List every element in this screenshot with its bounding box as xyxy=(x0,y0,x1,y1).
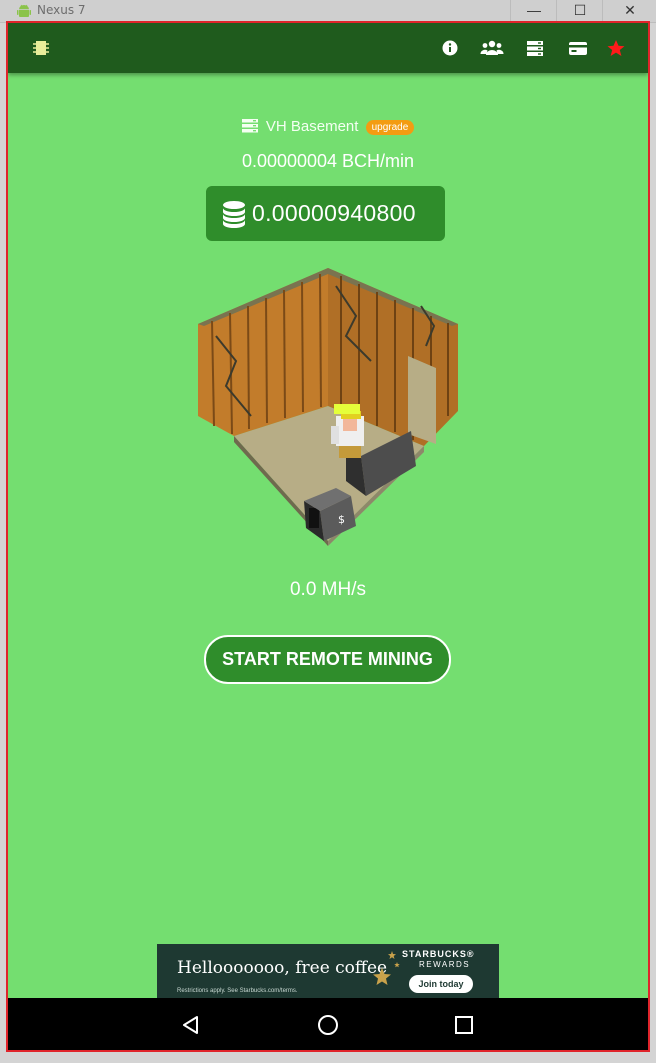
app-bar xyxy=(8,23,648,73)
android-nav-bar xyxy=(8,998,648,1050)
back-icon[interactable] xyxy=(180,1014,202,1036)
maximize-button[interactable]: ☐ xyxy=(556,0,603,22)
balance-amount: 0.00000940800 xyxy=(252,200,416,226)
minimize-button[interactable]: — xyxy=(510,0,557,22)
home-icon[interactable] xyxy=(317,1014,339,1036)
server-name: VH Basement xyxy=(265,118,359,135)
star-icon[interactable] xyxy=(605,38,627,58)
ad-join-button[interactable]: Join today xyxy=(409,975,473,993)
mining-room-illustration: $ xyxy=(198,268,458,546)
coins-icon xyxy=(223,201,245,228)
window-titlebar: Nexus 7 — ☐ ✕ xyxy=(0,0,656,23)
info-icon[interactable] xyxy=(439,38,461,58)
mining-rate: 0.00000004 BCH/min xyxy=(241,151,415,171)
device-screen: VH Basement upgrade 0.00000004 BCH/min 0… xyxy=(6,21,650,1052)
card-icon[interactable] xyxy=(567,38,589,58)
ad-banner[interactable]: Hellooooooo, free coffee Restrictions ap… xyxy=(157,944,499,998)
start-remote-mining-button[interactable]: START REMOTE MINING xyxy=(204,635,451,684)
balance-display: 0.00000940800 xyxy=(206,186,445,241)
dollar-glyph: $ xyxy=(338,513,345,526)
close-button[interactable]: ✕ xyxy=(602,0,656,22)
window-title: Nexus 7 xyxy=(37,3,86,17)
upgrade-badge[interactable]: upgrade xyxy=(365,120,415,135)
stars-icon xyxy=(373,951,400,985)
hashrate: 0.0 MH/s xyxy=(289,579,367,600)
ad-brand: STARBUCKS® xyxy=(402,949,475,959)
recents-icon[interactable] xyxy=(453,1014,475,1036)
ad-headline: Hellooooooo, free coffee xyxy=(177,958,388,978)
android-icon xyxy=(17,4,31,17)
chip-icon[interactable] xyxy=(30,38,52,58)
ad-fine-print: Restrictions apply. See Starbucks.com/te… xyxy=(177,988,298,994)
server-icon xyxy=(241,119,258,133)
ad-program: REWARDS xyxy=(419,960,471,969)
server-info: VH Basement upgrade xyxy=(8,118,648,135)
users-icon[interactable] xyxy=(480,38,504,58)
server-icon[interactable] xyxy=(524,38,546,58)
